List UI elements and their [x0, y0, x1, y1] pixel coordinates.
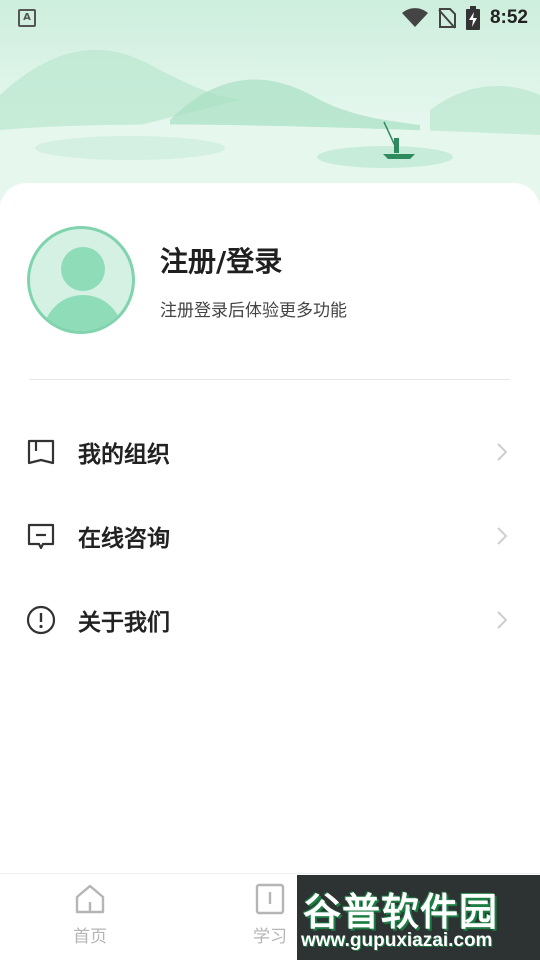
menu-item-label: 我的组织	[78, 442, 170, 468]
battery-charging-icon	[465, 6, 480, 30]
avatar-body	[43, 295, 123, 331]
watermark-url: www.gupuxiazai.com	[301, 930, 493, 951]
profile-text: 注册/登录 注册登录后体验更多功能	[160, 240, 347, 321]
bookmark-card-icon	[26, 437, 56, 467]
menu-item-label: 在线咨询	[78, 526, 170, 552]
menu-list: 我的组织 在线咨询 关于我们	[0, 410, 540, 662]
chat-bubble-icon	[26, 521, 56, 551]
status-bar: A 8:52	[0, 0, 540, 36]
chevron-right-icon	[497, 527, 508, 545]
info-exclamation-icon	[26, 605, 56, 635]
login-title[interactable]: 注册/登录	[160, 240, 347, 280]
chevron-right-icon	[497, 443, 508, 461]
notification-app-letter: A	[23, 12, 31, 23]
no-sim-icon	[438, 8, 456, 29]
divider	[30, 379, 510, 380]
menu-item-online-consult[interactable]: 在线咨询	[0, 494, 540, 578]
menu-item-label: 关于我们	[78, 610, 170, 636]
avatar[interactable]	[27, 226, 135, 334]
tab-home-label: 首页	[73, 927, 107, 947]
home-icon	[75, 884, 105, 914]
login-profile-row[interactable]: 注册/登录 注册登录后体验更多功能	[27, 226, 347, 334]
menu-item-my-organization[interactable]: 我的组织	[0, 410, 540, 494]
book-icon	[255, 883, 285, 915]
login-subtitle: 注册登录后体验更多功能	[160, 300, 347, 321]
profile-card: 注册/登录 注册登录后体验更多功能 我的组织 在线咨询 关于我们	[0, 183, 540, 873]
status-time: 8:52	[489, 7, 528, 28]
watermark-title: 谷普软件园	[303, 890, 499, 934]
menu-item-about-us[interactable]: 关于我们	[0, 578, 540, 662]
chevron-right-icon	[497, 611, 508, 629]
avatar-head	[61, 247, 105, 291]
notification-app-icon: A	[18, 9, 36, 27]
tab-home[interactable]: 首页	[45, 882, 135, 947]
wifi-icon	[401, 8, 428, 27]
tab-study-label: 学习	[253, 927, 287, 947]
site-watermark: 谷普软件园 www.gupuxiazai.com	[297, 875, 540, 960]
status-right: 8:52	[401, 6, 528, 30]
